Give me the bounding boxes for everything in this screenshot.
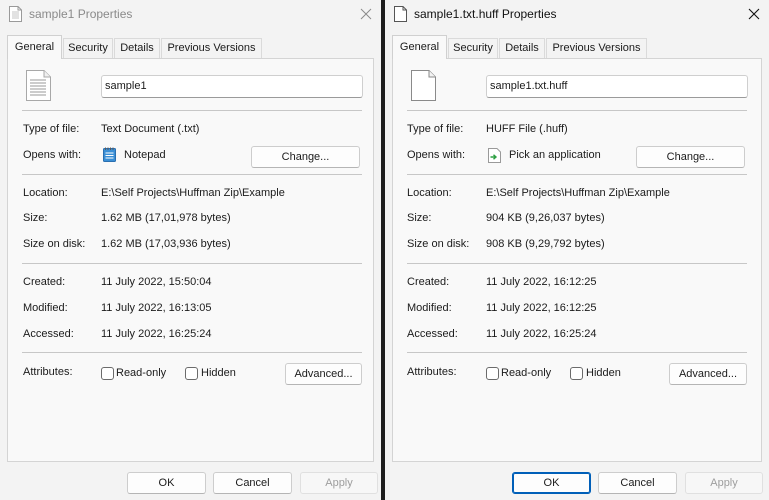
divider: [407, 174, 747, 175]
divider: [407, 352, 747, 353]
opens-with-label: Opens with:: [23, 149, 82, 161]
created-label: Created:: [407, 276, 450, 288]
divider: [22, 263, 362, 264]
tab-previous-versions[interactable]: Previous Versions: [546, 38, 647, 58]
general-panel: [7, 58, 374, 462]
type-of-file-label: Type of file:: [23, 123, 80, 135]
size-label: Size:: [407, 212, 432, 224]
read-only-checkbox[interactable]: [101, 367, 114, 380]
opens-with-value: Notepad: [124, 149, 166, 161]
close-button[interactable]: [739, 0, 769, 28]
title-bar[interactable]: sample1.txt.huff Properties: [385, 0, 769, 30]
created-label: Created:: [23, 276, 66, 288]
divider: [407, 110, 747, 111]
blank-file-icon: [411, 70, 436, 101]
properties-dialog-sample1-txt-huff: sample1.txt.huff Properties General Secu…: [385, 0, 769, 500]
location-label: Location:: [23, 187, 68, 199]
title-bar[interactable]: sample1 Properties: [0, 0, 381, 30]
advanced-button[interactable]: Advanced...: [285, 363, 362, 385]
opens-with-label: Opens with:: [407, 149, 466, 161]
general-panel: [392, 58, 762, 462]
read-only-label[interactable]: Read-only: [501, 367, 551, 379]
size-value: 904 KB (9,26,037 bytes): [486, 212, 605, 224]
change-button[interactable]: Change...: [636, 146, 745, 168]
location-value: E:\Self Projects\Huffman Zip\Example: [486, 187, 670, 199]
hidden-checkbox[interactable]: [570, 367, 583, 380]
size-on-disk-value: 1.62 MB (17,03,936 bytes): [101, 238, 231, 250]
type-of-file-label: Type of file:: [407, 123, 464, 135]
accessed-label: Accessed:: [23, 328, 74, 340]
attributes-label: Attributes:: [407, 366, 457, 378]
modified-value: 11 July 2022, 16:13:05: [101, 302, 212, 314]
tab-security[interactable]: Security: [448, 38, 498, 58]
accessed-value: 11 July 2022, 16:25:24: [101, 328, 212, 340]
hidden-checkbox[interactable]: [185, 367, 198, 380]
ok-button[interactable]: OK: [512, 472, 591, 494]
cancel-button[interactable]: Cancel: [598, 472, 677, 494]
size-on-disk-label: Size on disk:: [407, 238, 470, 250]
tab-details[interactable]: Details: [114, 38, 160, 58]
ok-button[interactable]: OK: [127, 472, 206, 494]
window-title: sample1.txt.huff Properties: [414, 7, 557, 21]
size-label: Size:: [23, 212, 48, 224]
close-icon: [748, 8, 760, 20]
size-on-disk-value: 908 KB (9,29,792 bytes): [486, 238, 605, 250]
divider: [22, 110, 362, 111]
change-button[interactable]: Change...: [251, 146, 360, 168]
file-name-input[interactable]: sample1: [101, 75, 363, 98]
type-of-file-value: Text Document (.txt): [101, 123, 200, 135]
blank-file-icon: [394, 6, 407, 22]
location-value: E:\Self Projects\Huffman Zip\Example: [101, 187, 285, 199]
attributes-label: Attributes:: [23, 366, 73, 378]
tab-general[interactable]: General: [7, 35, 62, 59]
cancel-button[interactable]: Cancel: [213, 472, 292, 494]
read-only-checkbox[interactable]: [486, 367, 499, 380]
tab-details[interactable]: Details: [499, 38, 545, 58]
pick-application-icon: [488, 148, 501, 163]
accessed-label: Accessed:: [407, 328, 458, 340]
modified-label: Modified:: [407, 302, 452, 314]
modified-label: Modified:: [23, 302, 68, 314]
file-name-input[interactable]: sample1.txt.huff: [486, 75, 748, 98]
modified-value: 11 July 2022, 16:12:25: [486, 302, 597, 314]
location-label: Location:: [407, 187, 452, 199]
size-value: 1.62 MB (17,01,978 bytes): [101, 212, 231, 224]
hidden-label[interactable]: Hidden: [201, 367, 236, 379]
type-of-file-value: HUFF File (.huff): [486, 123, 568, 135]
hidden-label[interactable]: Hidden: [586, 367, 621, 379]
tab-security[interactable]: Security: [63, 38, 113, 58]
close-icon: [360, 8, 372, 20]
advanced-button[interactable]: Advanced...: [669, 363, 747, 385]
divider: [407, 263, 747, 264]
created-value: 11 July 2022, 16:12:25: [486, 276, 597, 288]
notepad-icon: [103, 147, 116, 162]
tab-general[interactable]: General: [392, 35, 447, 59]
properties-dialog-sample1: sample1 Properties General Security Deta…: [0, 0, 381, 500]
text-document-icon: [26, 70, 51, 101]
accessed-value: 11 July 2022, 16:25:24: [486, 328, 597, 340]
document-icon: [9, 6, 22, 22]
close-button[interactable]: [351, 0, 381, 28]
created-value: 11 July 2022, 15:50:04: [101, 276, 212, 288]
tab-previous-versions[interactable]: Previous Versions: [161, 38, 262, 58]
read-only-label[interactable]: Read-only: [116, 367, 166, 379]
divider: [22, 174, 362, 175]
opens-with-value: Pick an application: [509, 149, 601, 161]
size-on-disk-label: Size on disk:: [23, 238, 86, 250]
window-title: sample1 Properties: [29, 7, 133, 21]
divider: [22, 352, 362, 353]
apply-button[interactable]: Apply: [300, 472, 378, 494]
apply-button[interactable]: Apply: [685, 472, 763, 494]
